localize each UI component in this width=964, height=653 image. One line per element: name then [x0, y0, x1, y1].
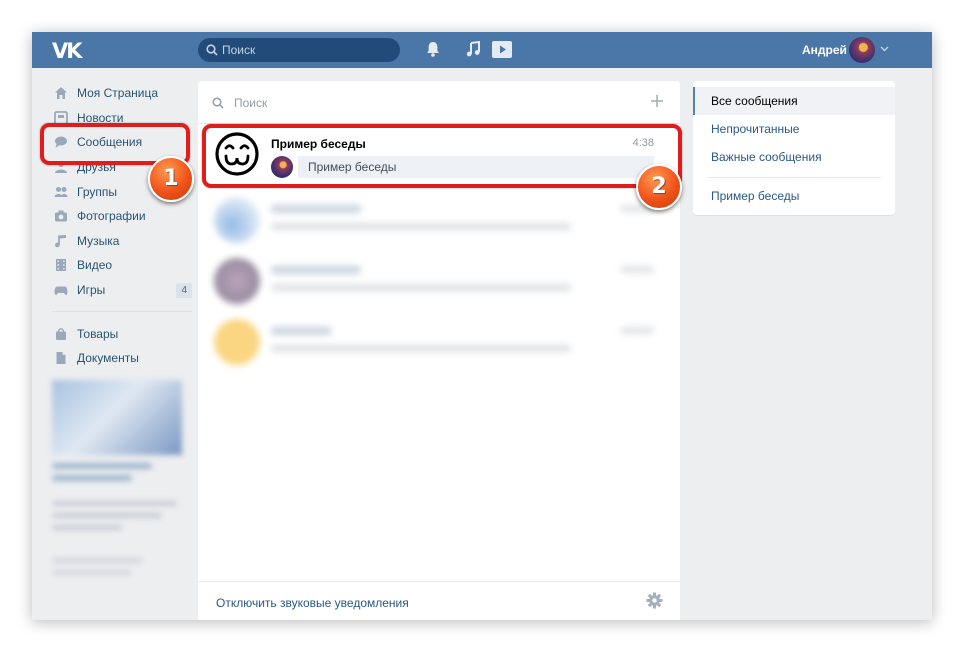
- sidebar-item-documents[interactable]: Документы: [52, 346, 192, 371]
- highlight-conversation-frame: [202, 124, 682, 188]
- messages-footer-divider: [198, 581, 680, 582]
- list-item[interactable]: [198, 189, 680, 250]
- top-bar: VK Поиск Андрей: [32, 32, 932, 68]
- filter-conversation[interactable]: Пример беседы: [693, 182, 895, 210]
- user-avatar[interactable]: [849, 37, 875, 63]
- blurred-conversations: [198, 189, 680, 372]
- new-conversation-plus-icon[interactable]: [650, 94, 664, 108]
- search-icon: [206, 44, 218, 56]
- sidebar-item-label: Документы: [77, 351, 139, 366]
- sidebar-item-label: Видео: [77, 258, 113, 273]
- message-filters-panel: Все сообщения Непрочитанные Важные сообщ…: [693, 81, 895, 215]
- list-item[interactable]: [198, 311, 680, 372]
- callout-badge-1: 1: [148, 156, 194, 202]
- sidebar-item-label: Игры: [77, 283, 106, 298]
- sidebar-item-video[interactable]: Видео: [52, 253, 192, 278]
- sidebar-item-label: Моя Страница: [77, 86, 159, 101]
- document-icon: [56, 352, 66, 365]
- filter-important[interactable]: Важные сообщения: [693, 143, 895, 171]
- sidebar-item-music[interactable]: Музыка: [52, 229, 192, 254]
- sidebar-item-goods[interactable]: Товары: [52, 321, 192, 346]
- sidebar-item-label: Фотографии: [77, 209, 146, 224]
- camera-icon: [55, 210, 67, 222]
- chevron-down-icon[interactable]: [880, 44, 889, 54]
- callout-badge-2: 2: [636, 164, 682, 210]
- bell-icon[interactable]: [426, 41, 440, 57]
- sidebar-item-games[interactable]: Игры 4: [52, 278, 192, 303]
- groups-icon: [54, 186, 68, 197]
- sidebar-divider: [52, 311, 192, 313]
- list-item[interactable]: [198, 250, 680, 311]
- filter-unread[interactable]: Непрочитанные: [693, 115, 895, 143]
- sidebar-item-my-page[interactable]: Моя Страница: [52, 81, 192, 106]
- disable-sound-notifications-link[interactable]: Отключить звуковые уведомления: [216, 596, 409, 610]
- browser-window: VK Поиск Андрей Моя Страница Новости Соо…: [32, 32, 932, 620]
- music-icon[interactable]: [466, 41, 480, 57]
- gamepad-icon: [54, 286, 68, 295]
- games-count-badge: 4: [176, 282, 192, 298]
- messages-search-placeholder: Поиск: [234, 96, 268, 110]
- gear-icon[interactable]: [646, 592, 663, 609]
- filters-divider: [707, 177, 881, 178]
- vk-logo[interactable]: VK: [52, 39, 82, 63]
- bag-icon: [56, 327, 66, 340]
- filter-all-messages[interactable]: Все сообщения: [693, 87, 895, 115]
- sidebar-item-label: Товары: [77, 326, 119, 341]
- user-name[interactable]: Андрей: [802, 43, 847, 57]
- sidebar-item-label: Группы: [77, 184, 117, 199]
- sidebar-item-label: Музыка: [77, 233, 120, 248]
- home-icon: [55, 87, 67, 100]
- video-icon: [56, 259, 66, 272]
- video-play-icon[interactable]: [492, 41, 512, 58]
- search-icon: [212, 97, 224, 109]
- sidebar-ad-blurred: [52, 380, 182, 610]
- top-search-input[interactable]: Поиск: [198, 38, 400, 62]
- top-search-placeholder: Поиск: [222, 43, 256, 57]
- sidebar-item-photos[interactable]: Фотографии: [52, 204, 192, 229]
- music-icon: [55, 234, 66, 248]
